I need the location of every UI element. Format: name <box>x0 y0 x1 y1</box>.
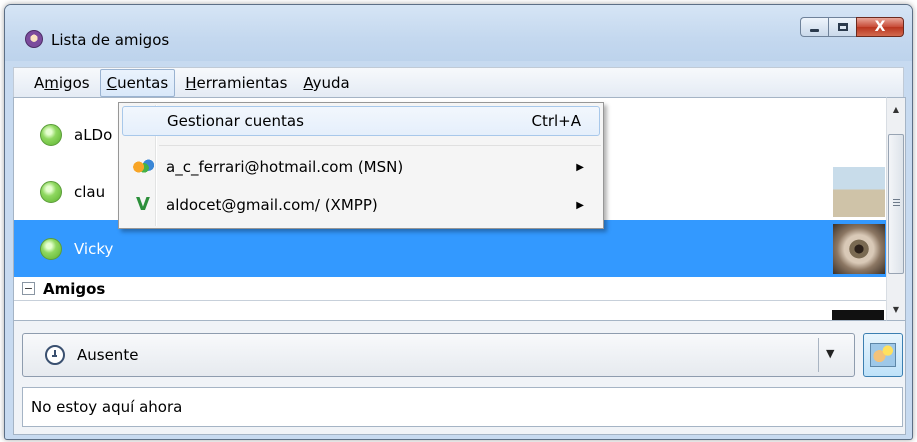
vertical-scrollbar[interactable]: ▲ ▼ <box>886 97 906 321</box>
maximize-icon <box>837 23 848 31</box>
buddy-name: aLDo <box>74 125 113 144</box>
buddy-list-window: Lista de amigos X Amigos Cuentas Herrami… <box>4 4 913 440</box>
accounts-menu: Gestionar cuentas Ctrl+A a_c_ferrari@hot… <box>118 102 604 229</box>
menu-item-xmpp-account[interactable]: V aldocet@gmail.com/ (XMPP) ▶ <box>122 190 600 220</box>
status-panel: Ausente ▼ No estoy aquí ahora <box>13 321 906 435</box>
buddy-avatar <box>833 223 885 274</box>
menu-cuentas[interactable]: Cuentas <box>99 68 176 97</box>
menu-item-manage-accounts[interactable]: Gestionar cuentas Ctrl+A <box>122 106 600 136</box>
pidgin-icon <box>25 30 43 48</box>
window-controls: X <box>800 17 904 37</box>
minimize-icon <box>810 28 819 32</box>
available-status-icon <box>40 180 62 203</box>
title-bar[interactable]: Lista de amigos X <box>5 5 912 61</box>
buddy-icon <box>870 343 896 367</box>
account-avatar-button[interactable] <box>863 333 903 377</box>
minimize-button[interactable] <box>800 17 828 37</box>
scroll-up-icon[interactable]: ▲ <box>887 100 905 118</box>
scroll-thumb[interactable] <box>888 134 904 274</box>
menu-herramientas-label: Herramientas <box>185 73 288 92</box>
maximize-button[interactable] <box>828 17 856 37</box>
menu-item-label: aldocet@gmail.com/ (XMPP) <box>166 196 378 214</box>
status-value: Ausente <box>77 346 139 364</box>
status-message-field[interactable]: No estoy aquí ahora <box>22 387 903 427</box>
buddy-name: clau <box>74 182 106 201</box>
close-button[interactable]: X <box>856 17 904 37</box>
status-selector[interactable]: Ausente ▼ <box>22 333 855 377</box>
buddy-name: Vicky <box>74 239 114 258</box>
submenu-arrow-icon: ▶ <box>576 199 584 211</box>
buddy-avatar <box>832 310 884 320</box>
clock-icon <box>45 345 65 365</box>
available-status-icon <box>40 237 62 260</box>
collapse-icon[interactable]: − <box>22 282 35 295</box>
menu-ayuda[interactable]: Ayuda <box>297 70 355 96</box>
available-status-icon <box>40 123 62 146</box>
scroll-down-icon[interactable]: ▼ <box>887 300 905 318</box>
menu-ayuda-label: Ayuda <box>303 73 350 92</box>
close-icon: X <box>874 19 886 35</box>
menu-item-label: a_c_ferrari@hotmail.com (MSN) <box>166 158 404 176</box>
menu-amigos-label: Amigos <box>34 73 90 92</box>
menu-cuentas-label: Cuentas <box>106 73 169 92</box>
menu-herramientas[interactable]: Herramientas <box>179 70 293 96</box>
chevron-down-icon[interactable]: ▼ <box>826 347 834 360</box>
menu-amigos[interactable]: Amigos <box>28 70 96 96</box>
submenu-arrow-icon: ▶ <box>576 161 584 173</box>
menu-bar: Amigos Cuentas Herramientas Ayuda <box>13 67 904 97</box>
group-label: Amigos <box>43 279 106 298</box>
menu-item-shortcut: Ctrl+A <box>531 112 581 130</box>
grip-icon <box>893 199 900 208</box>
divider <box>818 338 819 372</box>
menu-item-msn-account[interactable]: a_c_ferrari@hotmail.com (MSN) ▶ <box>122 152 600 182</box>
menu-separator <box>159 145 601 146</box>
msn-butterfly-icon <box>132 158 154 176</box>
xmpp-icon: V <box>136 194 150 215</box>
buddy-avatar <box>833 166 885 217</box>
menu-item-label: Gestionar cuentas <box>167 112 304 130</box>
window-title: Lista de amigos <box>51 31 170 49</box>
group-row-amigos[interactable]: − Amigos <box>14 277 886 301</box>
